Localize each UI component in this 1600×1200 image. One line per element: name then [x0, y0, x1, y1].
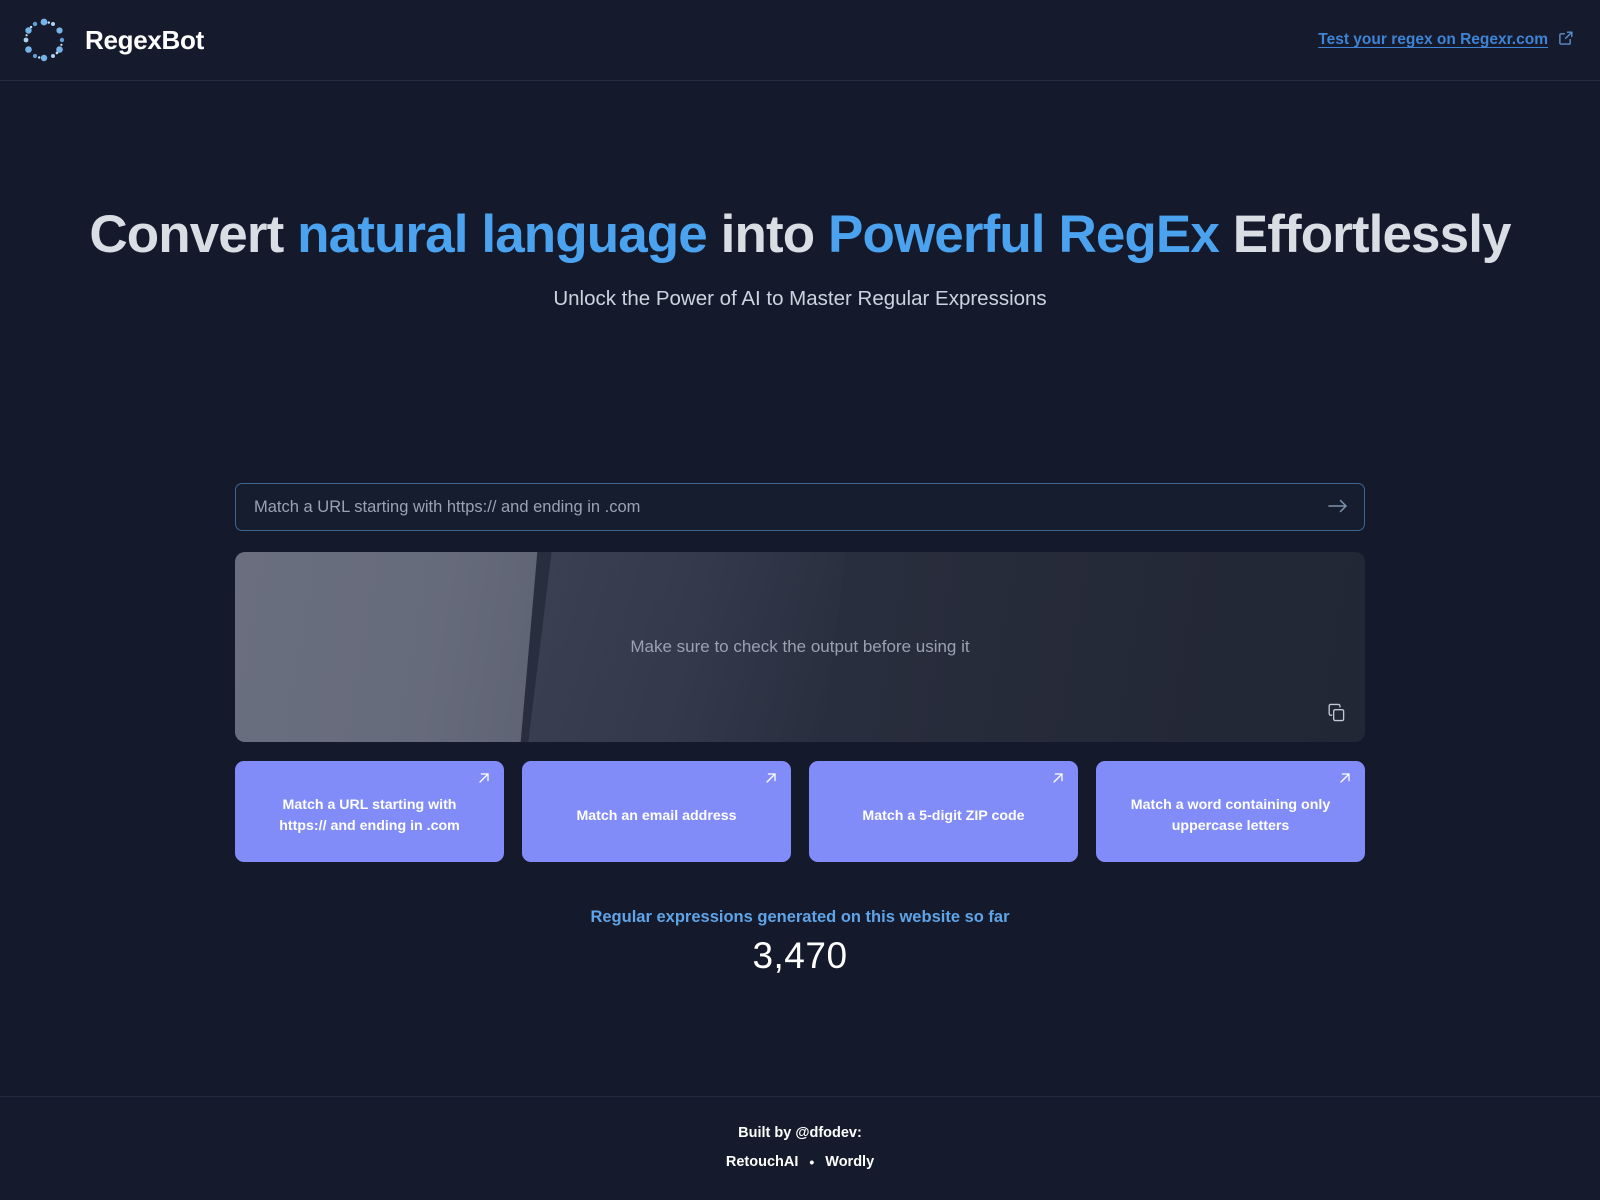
suggestion-card-label: Match an email address: [576, 807, 737, 824]
dotted-ring-logo-icon: [17, 13, 71, 67]
counter-label: Regular expressions generated on this we…: [590, 908, 1010, 927]
external-link-icon: [1558, 30, 1574, 51]
generation-counter: Regular expressions generated on this we…: [235, 908, 1365, 977]
output-warning-text: Make sure to check the output before usi…: [630, 637, 970, 657]
suggestion-card-label: Match a word containing only uppercase l…: [1130, 797, 1331, 834]
app-header: RegexBot Test your regex on Regexr.com: [0, 0, 1600, 81]
skeleton-shimmer: [235, 552, 540, 743]
arrow-up-right-icon: [1336, 769, 1354, 787]
brand-name: RegexBot: [85, 24, 204, 55]
submit-button[interactable]: [1324, 493, 1352, 521]
footer-link-wordly[interactable]: Wordly: [825, 1154, 874, 1170]
counter-value: 3,470: [752, 935, 848, 977]
headline-accent-2: Powerful RegEx: [828, 205, 1220, 264]
headline-segment-3: Effortlessly: [1218, 205, 1512, 264]
arrow-up-right-icon: [1049, 769, 1067, 787]
copy-icon: [1327, 703, 1346, 725]
regexr-external-link[interactable]: Test your regex on Regexr.com: [1318, 30, 1574, 51]
copy-button[interactable]: [1324, 702, 1348, 726]
headline-segment-2: into: [706, 205, 829, 264]
suggestion-card-zip[interactable]: Match a 5-digit ZIP code: [809, 761, 1078, 863]
headline-segment-1: Convert: [89, 205, 298, 264]
main-content: Convert natural language into Powerful R…: [0, 81, 1600, 1096]
footer-separator: •: [809, 1154, 815, 1170]
suggestion-card-email[interactable]: Match an email address: [522, 761, 791, 863]
arrow-right-icon: [1327, 497, 1349, 518]
app-footer: Built by @dfodev: RetouchAI • Wordly: [0, 1096, 1600, 1200]
suggestion-card-label: Match a URL starting with https:// and e…: [279, 797, 460, 834]
suggestion-cards: Match a URL starting with https:// and e…: [235, 761, 1365, 863]
headline-accent-1: natural language: [297, 205, 708, 264]
suggestion-card-url[interactable]: Match a URL starting with https:// and e…: [235, 761, 504, 863]
prompt-input-row[interactable]: [235, 483, 1365, 532]
page-subtitle: Unlock the Power of AI to Master Regular…: [553, 287, 1047, 311]
suggestion-card-uppercase[interactable]: Match a word containing only uppercase l…: [1096, 761, 1365, 863]
brand[interactable]: RegexBot: [17, 13, 204, 67]
regexr-link-label: Test your regex on Regexr.com: [1318, 31, 1548, 48]
arrow-up-right-icon: [762, 769, 780, 787]
arrow-up-right-icon: [475, 769, 493, 787]
prompt-input[interactable]: [254, 484, 1312, 531]
footer-link-retouchai[interactable]: RetouchAI: [726, 1154, 799, 1170]
converter-section: Make sure to check the output before usi…: [235, 483, 1365, 977]
page-title: Convert natural language into Powerful R…: [89, 205, 1512, 264]
footer-projects: RetouchAI • Wordly: [0, 1154, 1600, 1170]
app-root: RegexBot Test your regex on Regexr.com C…: [0, 0, 1600, 1200]
suggestion-card-label: Match a 5-digit ZIP code: [862, 807, 1025, 824]
footer-built-by: Built by @dfodev:: [738, 1125, 862, 1141]
regex-output-panel: Make sure to check the output before usi…: [235, 552, 1365, 743]
